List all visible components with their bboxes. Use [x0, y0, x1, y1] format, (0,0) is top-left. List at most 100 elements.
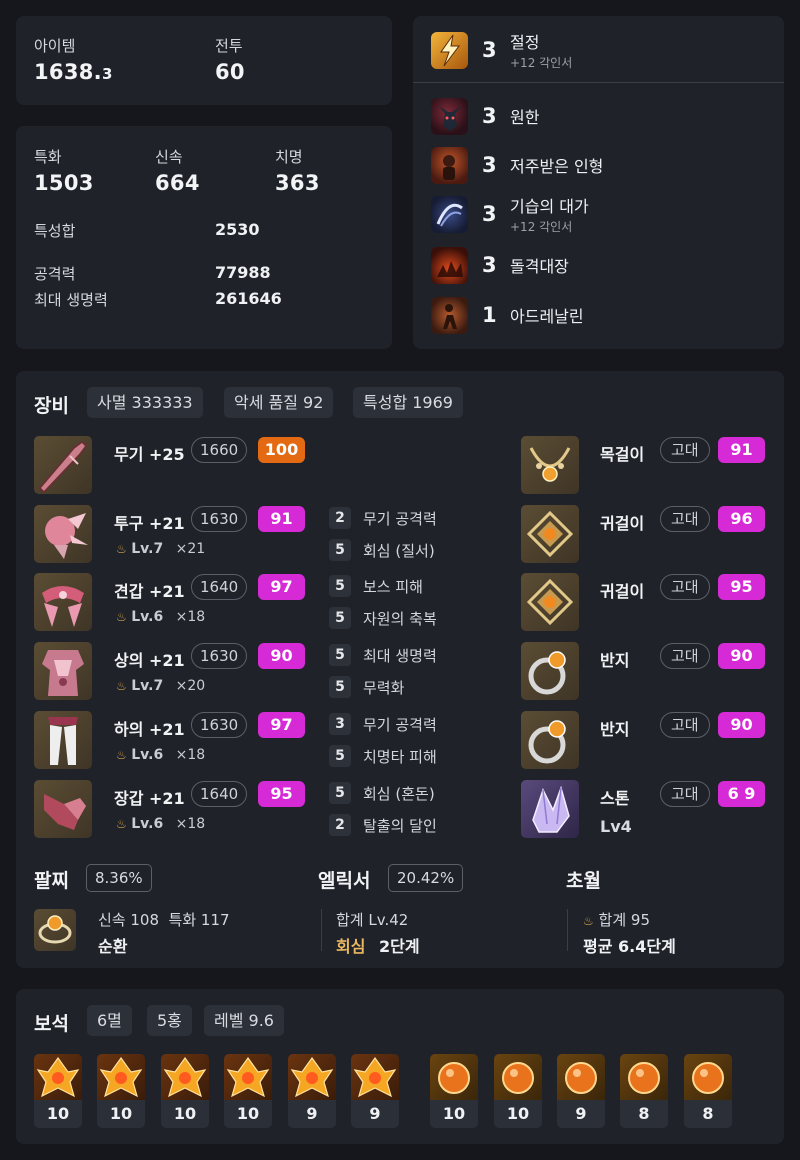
flame-icon: ♨	[116, 679, 127, 693]
engraving-level: 3	[482, 104, 497, 128]
damage-gem-icon	[288, 1054, 336, 1100]
gear-transcend: ♨ Lv.6 ×18	[116, 816, 206, 832]
elixir-level: 5	[329, 644, 351, 666]
gem-level: 10	[442, 1104, 466, 1123]
gem-item[interactable]: 8	[684, 1054, 732, 1128]
bracelet-icon[interactable]	[34, 909, 76, 951]
necklace-icon[interactable]	[521, 436, 579, 494]
gear-name: 상의 +21	[114, 651, 185, 670]
engraving-book-note: +12 각인서	[510, 220, 573, 234]
gems-card: 보석 6멸 5홍 레벨 9.6 10 10 10 10 9 9 10 10 9 8 8	[16, 989, 784, 1144]
fatal-stat-label: 치명	[275, 148, 303, 166]
gem-item[interactable]: 10	[494, 1054, 542, 1128]
engraving-divider	[413, 82, 784, 83]
elixir-effect: 최대 생명력	[363, 647, 437, 665]
fatal-stat-value: 363	[275, 171, 320, 195]
gem-item[interactable]: 9	[288, 1054, 336, 1128]
flame-icon: ♨	[116, 817, 127, 831]
lightning-icon	[431, 31, 468, 69]
engraving-name: 기습의 대가	[510, 197, 589, 216]
accessory-name: 반지	[600, 651, 630, 670]
engraving-name: 저주받은 인형	[510, 157, 604, 176]
pants-icon[interactable]	[34, 711, 92, 769]
gloves-icon[interactable]	[34, 780, 92, 838]
ring-icon[interactable]	[521, 711, 579, 769]
transcend-title: 초월	[566, 870, 601, 892]
accessory-name: 반지	[600, 720, 630, 739]
engraving-name: 돌격대장	[510, 257, 569, 276]
elixir-level: 5	[329, 676, 351, 698]
gem-level: 9	[306, 1104, 318, 1123]
gems-title: 보석	[34, 1013, 69, 1035]
chest-icon[interactable]	[34, 642, 92, 700]
crit-stat-label: 특화	[34, 148, 62, 166]
charge-icon	[431, 246, 468, 284]
stat-total-value: 2530	[215, 220, 260, 239]
cooldown-gem-icon	[430, 1054, 478, 1100]
engraving-row[interactable]: 3 저주받은 인형	[431, 145, 603, 185]
gem-item[interactable]: 9	[351, 1054, 399, 1128]
flame-icon: ♨	[583, 914, 594, 928]
ring-icon[interactable]	[521, 642, 579, 700]
gear-item-level: 1630	[191, 506, 248, 532]
engraving-level: 3	[482, 153, 497, 177]
elixir-level: 5	[329, 782, 351, 804]
accessory-name: 귀걸이	[600, 514, 645, 533]
bracelet-effect: 순환	[98, 937, 128, 956]
gem-item[interactable]: 10	[430, 1054, 478, 1128]
gem-item[interactable]: 10	[224, 1054, 272, 1128]
transcend-average: 평균 6.4단계	[583, 937, 676, 956]
bracelet-stats: 신속 108 특화 117	[98, 911, 230, 929]
earring-icon[interactable]	[521, 573, 579, 631]
engraving-row[interactable]: 3 원한	[431, 96, 539, 136]
crit-stat-value: 1503	[34, 171, 94, 195]
gem-level: 9	[369, 1104, 381, 1123]
gear-quality-badge: 95	[258, 781, 305, 807]
elixir-effect: 무기 공격력	[363, 716, 437, 734]
gem-level-chip: 레벨 9.6	[204, 1005, 284, 1036]
max-hp-value: 261646	[215, 289, 282, 308]
doll-icon	[431, 146, 468, 184]
engraving-book-note: +12 각인서	[510, 56, 573, 70]
gem-item[interactable]: 9	[557, 1054, 605, 1128]
gem-item[interactable]: 10	[161, 1054, 209, 1128]
elixir-level: 5	[329, 575, 351, 597]
engraving-row[interactable]: 3 기습의 대가 +12 각인서	[431, 194, 589, 234]
demon-icon	[431, 97, 468, 135]
elixir-effect: 보스 피해	[363, 578, 423, 596]
engraving-row[interactable]: 3 절정 +12 각인서	[431, 30, 572, 70]
earring-icon[interactable]	[521, 505, 579, 563]
flame-icon: ♨	[116, 748, 127, 762]
damage-gem-icon	[351, 1054, 399, 1100]
gear-name: 장갑 +21	[114, 789, 185, 808]
shoulder-icon[interactable]	[34, 573, 92, 631]
damage-gem-icon	[161, 1054, 209, 1100]
gem-level: 8	[638, 1104, 650, 1123]
engraving-row[interactable]: 3 돌격대장	[431, 245, 569, 285]
gem-level: 10	[46, 1104, 70, 1123]
gem-item[interactable]: 10	[97, 1054, 145, 1128]
accessory-quality-badge: 96	[718, 506, 765, 532]
stone-icon[interactable]	[521, 780, 579, 838]
helmet-icon[interactable]	[34, 505, 92, 563]
engraving-name: 절정	[510, 33, 540, 52]
gem-level: 8	[702, 1104, 714, 1123]
combat-level-value: 60	[215, 60, 245, 84]
gem-level: 10	[109, 1104, 133, 1123]
elixir-percent: 20.42%	[388, 864, 464, 892]
elixir-level: 5	[329, 539, 351, 561]
weapon-icon[interactable]	[34, 436, 92, 494]
damage-gem-icon	[34, 1054, 82, 1100]
elixir-level: 5	[329, 745, 351, 767]
elixir-title: 엘릭서	[318, 870, 371, 892]
elixir-level: 2	[329, 507, 351, 529]
accessory-name: 귀걸이	[600, 582, 645, 601]
gem-item[interactable]: 8	[620, 1054, 668, 1128]
flame-icon: ♨	[116, 542, 127, 556]
elixir-effect: 무기 공격력	[363, 510, 437, 528]
gem-count-chip: 6멸	[87, 1005, 132, 1036]
damage-gem-icon	[224, 1054, 272, 1100]
engraving-row[interactable]: 1 아드레날린	[431, 295, 584, 335]
stats-card: 특화 1503 신속 664 치명 363 특성합 2530 공격력 77988…	[16, 126, 392, 349]
gem-item[interactable]: 10	[34, 1054, 82, 1128]
